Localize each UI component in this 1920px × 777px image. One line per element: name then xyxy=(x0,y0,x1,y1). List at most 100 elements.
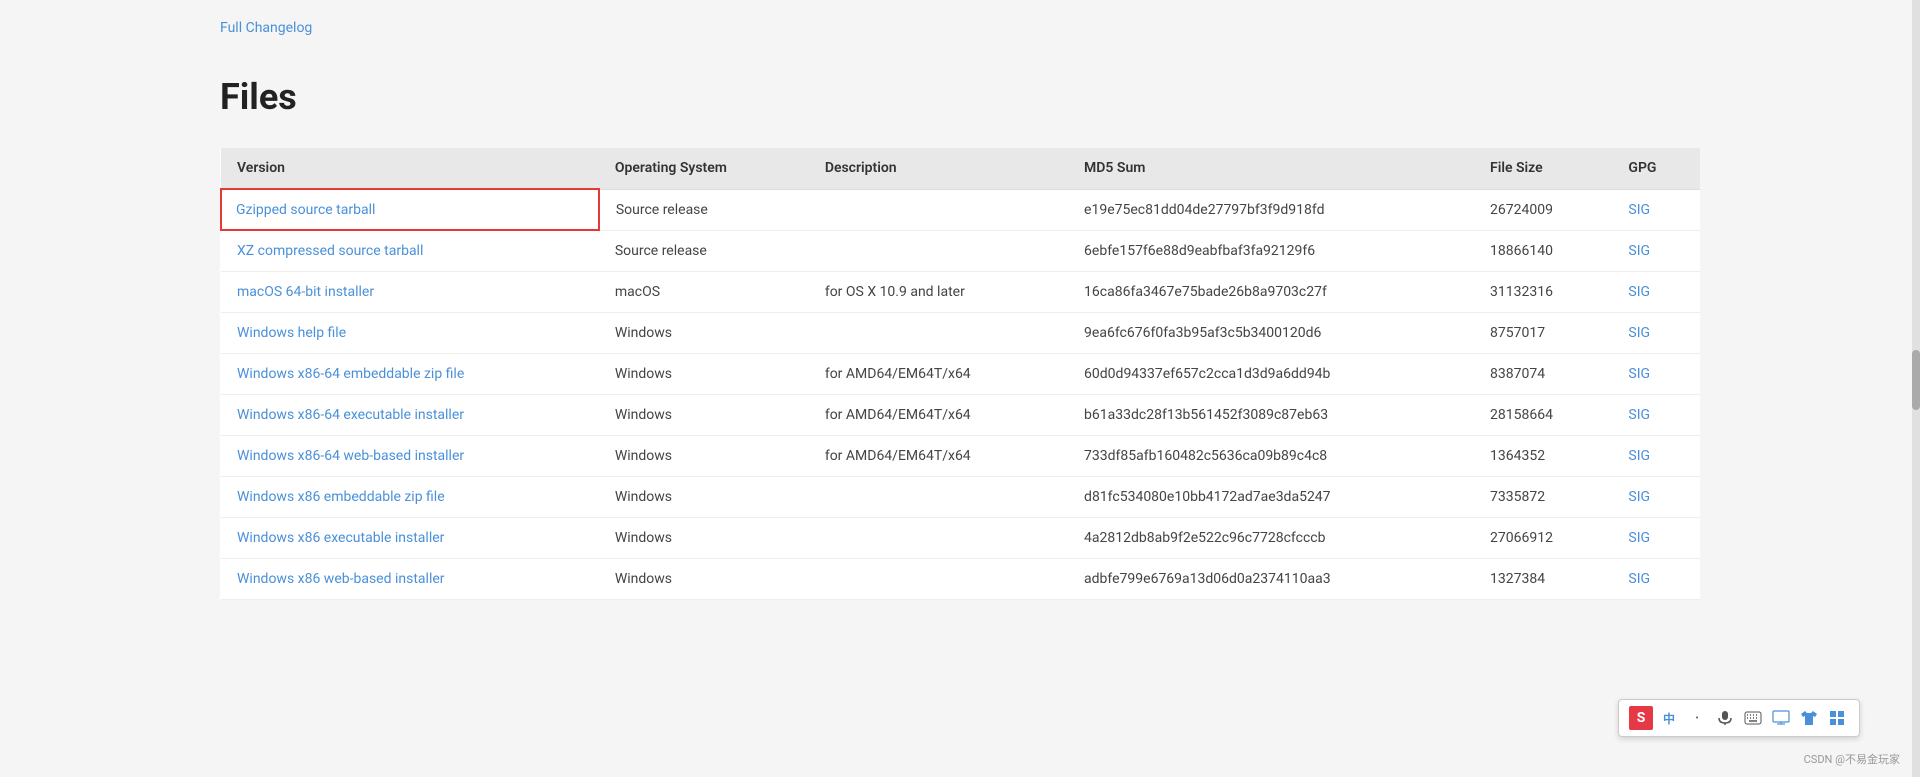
description-cell xyxy=(809,313,1068,354)
version-link[interactable]: Windows x86-64 web-based installer xyxy=(237,448,464,464)
os-cell: Windows xyxy=(599,559,809,600)
zh-toolbar-icon[interactable]: 中 xyxy=(1657,706,1681,730)
table-row: Windows x86 web-based installer Windows ad… xyxy=(221,559,1700,600)
shirt-toolbar-icon[interactable] xyxy=(1797,706,1821,730)
description-cell xyxy=(809,518,1068,559)
s-toolbar-icon[interactable]: S xyxy=(1629,706,1653,730)
md5-cell: 4a2812db8ab9f2e522c96c7728cfcccb xyxy=(1068,518,1474,559)
gpg-cell: SIG xyxy=(1612,559,1700,600)
size-cell: 8757017 xyxy=(1474,313,1612,354)
table-row: Gzipped source tarball Source release e19e… xyxy=(221,189,1700,230)
description-cell xyxy=(809,477,1068,518)
floating-toolbar: S 中 • xyxy=(1618,699,1860,737)
description-cell: for AMD64/EM64T/x64 xyxy=(809,354,1068,395)
table-row: Windows x86-64 web-based installer Window… xyxy=(221,436,1700,477)
size-cell: 8387074 xyxy=(1474,354,1612,395)
os-cell: Windows xyxy=(599,313,809,354)
table-body: Gzipped source tarball Source release e19e… xyxy=(221,189,1700,600)
os-cell: Windows xyxy=(599,436,809,477)
dot-toolbar-icon[interactable]: • xyxy=(1685,706,1709,730)
md5-cell: 6ebfe157f6e88d9eabfbaf3fa92129f6 xyxy=(1068,230,1474,272)
size-cell: 26724009 xyxy=(1474,189,1612,230)
size-cell: 28158664 xyxy=(1474,395,1612,436)
md5-cell: adbfe799e6769a13d06d0a2374110aa3 xyxy=(1068,559,1474,600)
os-cell: Windows xyxy=(599,395,809,436)
table-row: Windows x86-64 executable installer Windo… xyxy=(221,395,1700,436)
os-cell: Windows xyxy=(599,477,809,518)
md5-cell: e19e75ec81dd04de27797bf3f9d918fd xyxy=(1068,189,1474,230)
size-cell: 18866140 xyxy=(1474,230,1612,272)
sig-link[interactable]: SIG xyxy=(1628,407,1650,423)
col-size: File Size xyxy=(1474,148,1612,189)
keyboard-toolbar-icon[interactable] xyxy=(1741,706,1765,730)
md5-cell: 60d0d94337ef657c2cca1d3d9a6dd94b xyxy=(1068,354,1474,395)
col-description: Description xyxy=(809,148,1068,189)
version-link[interactable]: XZ compressed source tarball xyxy=(237,243,423,259)
col-md5: MD5 Sum xyxy=(1068,148,1474,189)
gpg-cell: SIG xyxy=(1612,313,1700,354)
sig-link[interactable]: SIG xyxy=(1628,243,1650,259)
mic-toolbar-icon[interactable] xyxy=(1713,706,1737,730)
screen-toolbar-icon[interactable] xyxy=(1769,706,1793,730)
sig-link[interactable]: SIG xyxy=(1628,202,1650,218)
description-cell xyxy=(809,189,1068,230)
gpg-cell: SIG xyxy=(1612,230,1700,272)
gpg-cell: SIG xyxy=(1612,272,1700,313)
gpg-cell: SIG xyxy=(1612,477,1700,518)
gpg-cell: SIG xyxy=(1612,395,1700,436)
scrollbar[interactable] xyxy=(1912,0,1920,777)
md5-cell: d81fc534080e10bb4172ad7ae3da5247 xyxy=(1068,477,1474,518)
size-cell: 1327384 xyxy=(1474,559,1612,600)
version-link[interactable]: Windows x86-64 embeddable zip file xyxy=(237,366,464,382)
md5-cell: 733df85afb160482c5636ca09b89c4c8 xyxy=(1068,436,1474,477)
os-cell: macOS xyxy=(599,272,809,313)
version-link[interactable]: Windows x86 executable installer xyxy=(237,530,444,546)
os-cell: Windows xyxy=(599,354,809,395)
sig-link[interactable]: SIG xyxy=(1628,325,1650,341)
table-row: macOS 64-bit installer macOSfor OS X 10.9… xyxy=(221,272,1700,313)
md5-cell: 16ca86fa3467e75bade26b8a9703c27f xyxy=(1068,272,1474,313)
sig-link[interactable]: SIG xyxy=(1628,571,1650,587)
gpg-cell: SIG xyxy=(1612,436,1700,477)
gpg-cell: SIG xyxy=(1612,518,1700,559)
col-gpg: GPG xyxy=(1612,148,1700,189)
description-cell xyxy=(809,230,1068,272)
sig-link[interactable]: SIG xyxy=(1628,366,1650,382)
md5-cell: 9ea6fc676f0fa3b95af3c5b3400120d6 xyxy=(1068,313,1474,354)
os-cell: Windows xyxy=(599,518,809,559)
version-link[interactable]: Windows x86-64 executable installer xyxy=(237,407,464,423)
version-link[interactable]: Windows x86 web-based installer xyxy=(237,571,445,587)
size-cell: 31132316 xyxy=(1474,272,1612,313)
md5-cell: b61a33dc28f13b561452f3089c87eb63 xyxy=(1068,395,1474,436)
os-cell: Source release xyxy=(599,189,809,230)
table-row: Windows x86 executable installer Windows 4… xyxy=(221,518,1700,559)
full-changelog-link[interactable]: Full Changelog xyxy=(220,20,312,36)
scrollbar-thumb[interactable] xyxy=(1912,350,1920,410)
description-cell: for AMD64/EM64T/x64 xyxy=(809,436,1068,477)
sig-link[interactable]: SIG xyxy=(1628,448,1650,464)
table-row: Windows x86-64 embeddable zip file Window… xyxy=(221,354,1700,395)
table-row: Windows help file Windows 9ea6fc676f0fa3b9… xyxy=(221,313,1700,354)
gpg-cell: SIG xyxy=(1612,189,1700,230)
sig-link[interactable]: SIG xyxy=(1628,489,1650,505)
size-cell: 1364352 xyxy=(1474,436,1612,477)
description-cell: for AMD64/EM64T/x64 xyxy=(809,395,1068,436)
files-title: Files xyxy=(220,76,1700,118)
os-cell: Source release xyxy=(599,230,809,272)
version-link[interactable]: Windows help file xyxy=(237,325,346,341)
col-version: Version xyxy=(221,148,599,189)
version-link[interactable]: macOS 64-bit installer xyxy=(237,284,374,300)
size-cell: 27066912 xyxy=(1474,518,1612,559)
files-table: Version Operating System Description MD5… xyxy=(220,148,1700,600)
table-row: XZ compressed source tarball Source relea… xyxy=(221,230,1700,272)
description-cell: for OS X 10.9 and later xyxy=(809,272,1068,313)
size-cell: 7335872 xyxy=(1474,477,1612,518)
sig-link[interactable]: SIG xyxy=(1628,530,1650,546)
version-link[interactable]: Windows x86 embeddable zip file xyxy=(237,489,445,505)
sig-link[interactable]: SIG xyxy=(1628,284,1650,300)
grid-toolbar-icon[interactable] xyxy=(1825,706,1849,730)
watermark: CSDN @不易金玩家 xyxy=(1804,751,1900,767)
version-link[interactable]: Gzipped source tarball xyxy=(236,202,375,218)
gpg-cell: SIG xyxy=(1612,354,1700,395)
table-header: Version Operating System Description MD5… xyxy=(221,148,1700,189)
